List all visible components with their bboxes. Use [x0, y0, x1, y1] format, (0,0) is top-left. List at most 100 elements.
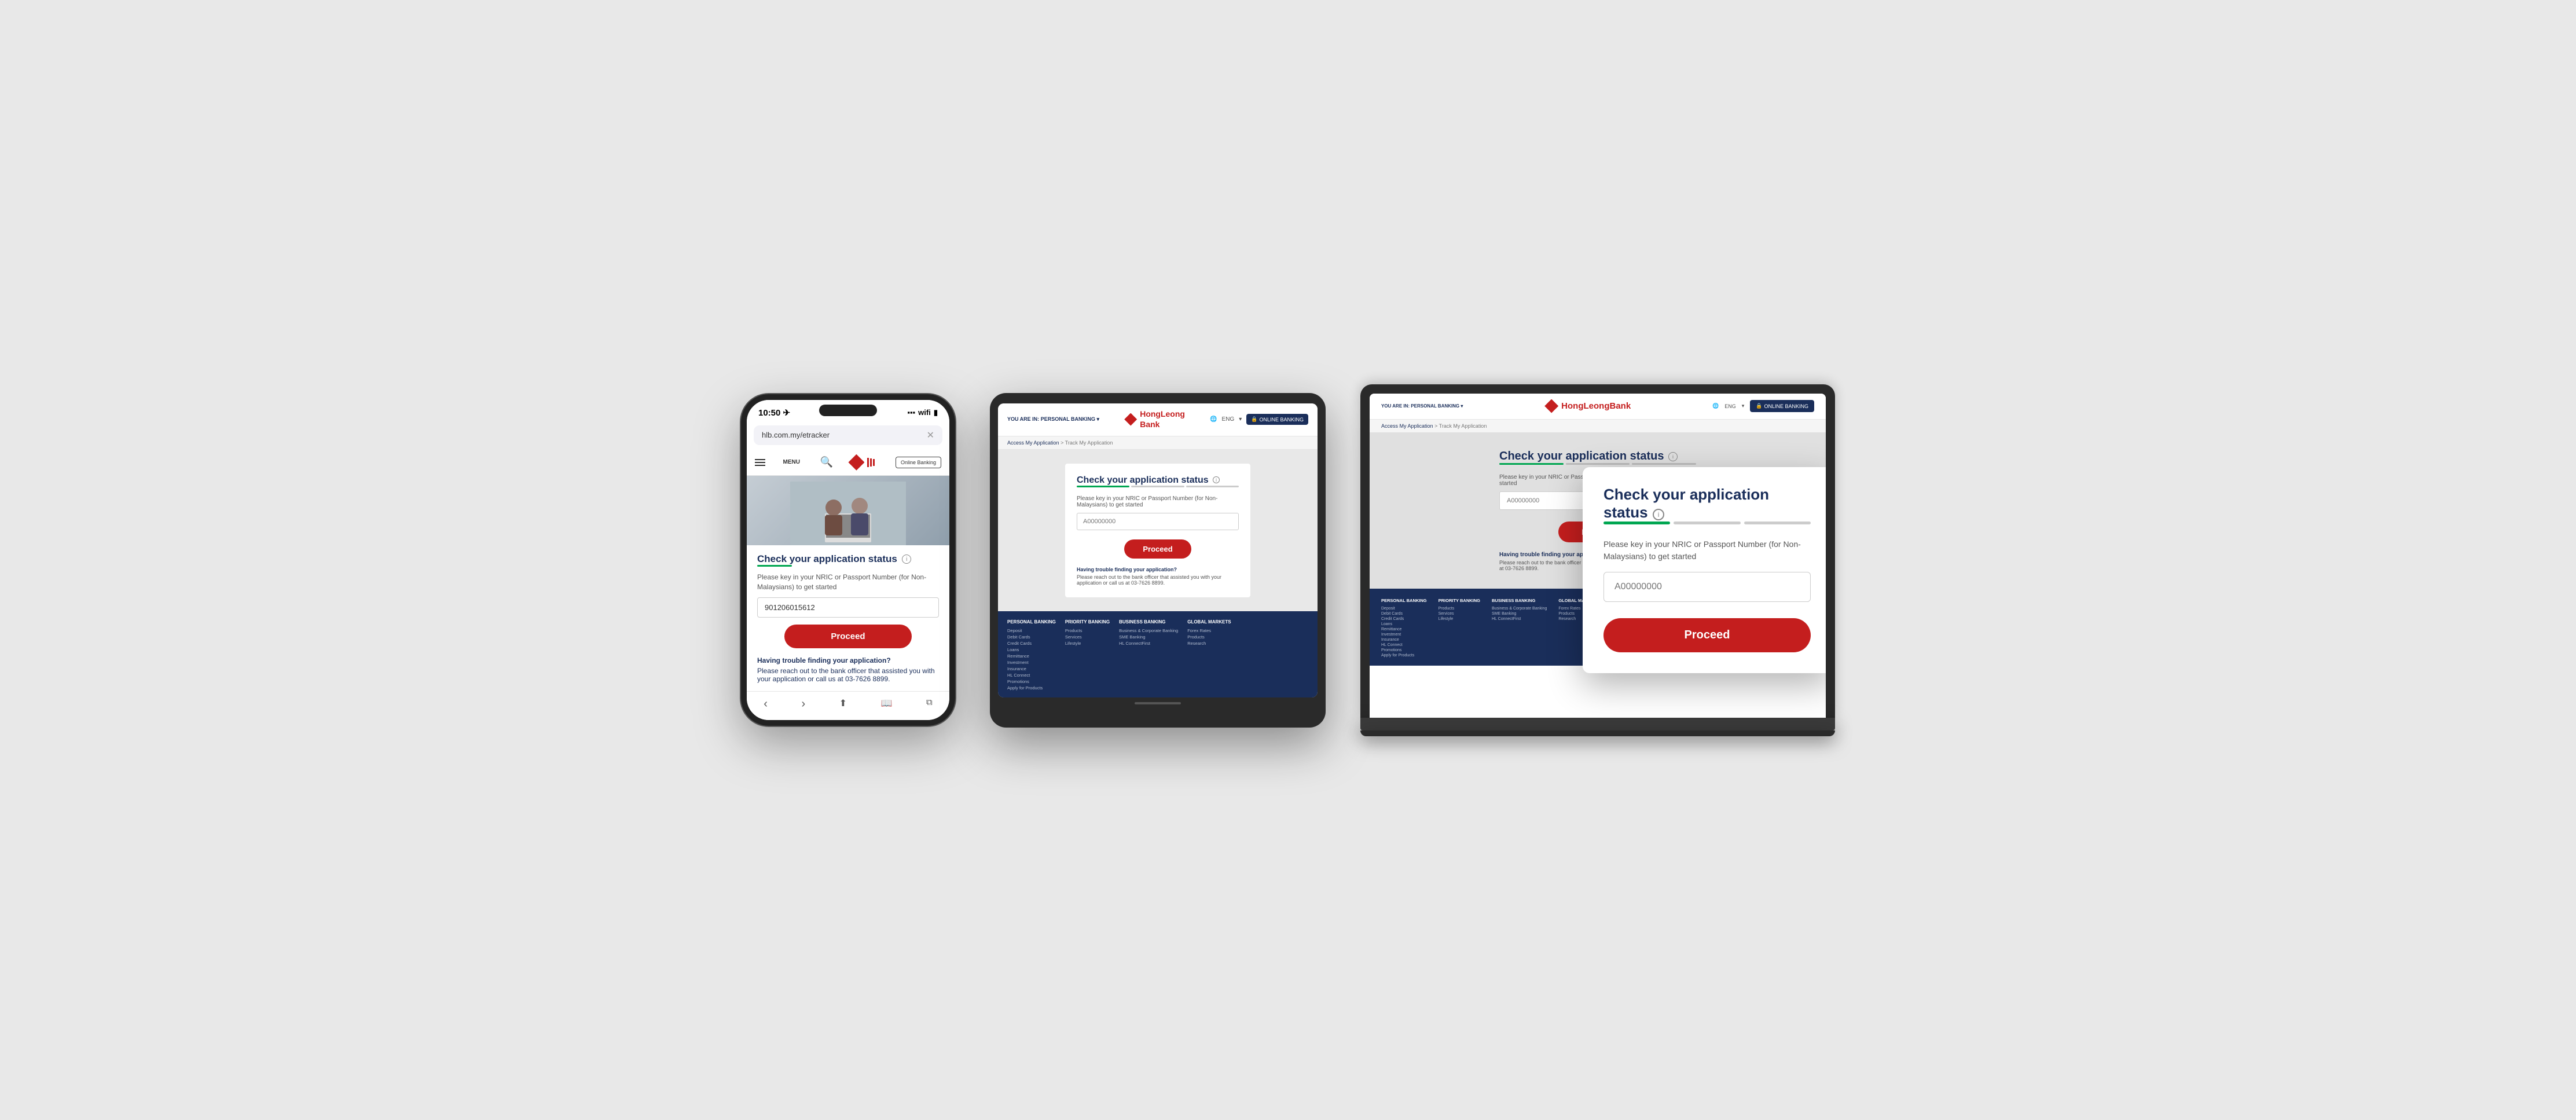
- chevron-down-icon: ▾: [1097, 416, 1100, 422]
- laptop-hlb-logo: HongLeongBank: [1544, 399, 1631, 413]
- hlb-diamond-icon: [1544, 399, 1558, 413]
- laptop-footer-link-deposit[interactable]: Deposit: [1381, 607, 1427, 611]
- chevron-down-icon: ▾: [1461, 403, 1463, 409]
- laptop-footer-link-products[interactable]: Products: [1439, 607, 1480, 611]
- tablet-footer-link-products[interactable]: Products: [1065, 628, 1110, 633]
- laptop-footer-link-debit[interactable]: Debit Cards: [1381, 612, 1427, 616]
- tablet-page-title: Check your application status: [1077, 475, 1209, 485]
- laptop-footer-link-promotions[interactable]: Promotions: [1381, 648, 1427, 652]
- modal-description: Please key in your NRIC or Passport Numb…: [1603, 538, 1811, 563]
- tablet-footer-link-forex[interactable]: Forex Rates: [1187, 628, 1231, 633]
- laptop-footer-link-investment[interactable]: Investment: [1381, 633, 1427, 637]
- breadcrumb-link[interactable]: Access My Application: [1007, 440, 1059, 446]
- modal-info-icon[interactable]: i: [1653, 509, 1664, 520]
- phone-nric-input[interactable]: [757, 597, 939, 618]
- hlb-logo-lines: [867, 458, 875, 467]
- modal-proceed-button[interactable]: Proceed: [1603, 618, 1811, 652]
- laptop-footer-priority-banking: PRIORITY BANKING Products Services Lifes…: [1439, 598, 1480, 659]
- tablet-form-label: Please key in your NRIC or Passport Numb…: [1077, 495, 1239, 508]
- tablet-footer-link-investment[interactable]: Investment: [1007, 660, 1056, 665]
- phone-frame: 10:50 ✈ ▪▪▪ wifi ▮ hlb.com.my/etracker ✕…: [741, 394, 955, 726]
- modal-progress-step-1: [1603, 522, 1670, 524]
- laptop-footer-link-apply[interactable]: Apply for Products: [1381, 653, 1427, 658]
- tablet-footer-link-gm-products[interactable]: Products: [1187, 634, 1231, 640]
- laptop-footer-link-insurance[interactable]: Insurance: [1381, 638, 1427, 642]
- modal-page-title: Check your application status: [1603, 486, 1769, 521]
- laptop-footer-link-lifestyle[interactable]: Lifestyle: [1439, 617, 1480, 621]
- tablet-footer-link-research[interactable]: Research: [1187, 641, 1231, 646]
- phone-info-icon[interactable]: i: [902, 555, 911, 564]
- laptop-footer-heading-priority: PRIORITY BANKING: [1439, 598, 1480, 603]
- tablet-footer-link-lifestyle[interactable]: Lifestyle: [1065, 641, 1110, 646]
- laptop-footer-link-hlconnect[interactable]: HL Connect: [1381, 643, 1427, 647]
- phone-nav-bar: MENU 🔍 Online Banking: [747, 450, 949, 476]
- bookmarks-icon[interactable]: 📖: [881, 697, 893, 711]
- laptop-screen: YOU ARE IN: PERSONAL BANKING ▾ HongLeong…: [1370, 394, 1826, 718]
- tablet-footer-link-deposit[interactable]: Deposit: [1007, 628, 1056, 633]
- tablet-footer-link-sme[interactable]: SME Banking: [1119, 634, 1178, 640]
- laptop-footer-link-services[interactable]: Services: [1439, 612, 1480, 616]
- tablet-footer-link-debit[interactable]: Debit Cards: [1007, 634, 1056, 640]
- tablet-screen: YOU ARE IN: PERSONAL BANKING ▾ HongLeong…: [998, 403, 1318, 697]
- laptop-footer-link-loans[interactable]: Loans: [1381, 622, 1427, 626]
- tablet-footer-link-loans[interactable]: Loans: [1007, 647, 1056, 652]
- laptop-info-icon[interactable]: i: [1668, 452, 1678, 461]
- lock-icon: 🔒: [1756, 403, 1762, 409]
- tablet-footer-link-business-corp[interactable]: Business & Corporate Banking: [1119, 628, 1178, 633]
- tabs-icon[interactable]: ⧉: [926, 697, 933, 711]
- laptop-online-banking-btn[interactable]: 🔒 ONLINE BANKING: [1750, 400, 1814, 412]
- tablet-site-header: YOU ARE IN: PERSONAL BANKING ▾ HongLeong…: [998, 403, 1318, 436]
- hamburger-icon[interactable]: [755, 459, 765, 466]
- laptop-lid: YOU ARE IN: PERSONAL BANKING ▾ HongLeong…: [1360, 384, 1835, 718]
- phone-device: 10:50 ✈ ▪▪▪ wifi ▮ hlb.com.my/etracker ✕…: [741, 394, 955, 726]
- laptop-progress-bar: [1499, 463, 1696, 465]
- tablet-footer-business-banking: BUSINESS BANKING Business & Corporate Ba…: [1119, 619, 1178, 692]
- globe-icon: 🌐: [1210, 416, 1217, 423]
- tablet-nric-input[interactable]: [1077, 513, 1239, 530]
- tablet-footer-link-remittance[interactable]: Remittance: [1007, 653, 1056, 659]
- share-icon[interactable]: ⬆: [839, 697, 847, 711]
- tablet-footer-link-hlconnectfirst[interactable]: HL ConnectFirst: [1119, 641, 1178, 646]
- phone-online-banking-btn[interactable]: Online Banking: [896, 457, 941, 468]
- breadcrumb-link[interactable]: Access My Application: [1381, 423, 1433, 429]
- phone-hero-image: [747, 476, 949, 545]
- tablet-footer-heading-business: BUSINESS BANKING: [1119, 619, 1178, 625]
- tablet-footer-global-markets: GLOBAL MARKETS Forex Rates Products Rese…: [1187, 619, 1231, 692]
- tablet-footer-link-services[interactable]: Services: [1065, 634, 1110, 640]
- laptop-footer-link-hlconnectfirst[interactable]: HL ConnectFirst: [1492, 617, 1547, 621]
- laptop-you-are: YOU ARE IN: PERSONAL BANKING ▾: [1381, 403, 1463, 409]
- tablet-info-icon[interactable]: i: [1213, 476, 1220, 483]
- phone-proceed-button[interactable]: Proceed: [784, 625, 912, 648]
- phone-progress-bar: [757, 565, 792, 567]
- tablet-footer-link-hlconnect[interactable]: HL Connect: [1007, 673, 1056, 678]
- tablet-footer-heading-priority: PRIORITY BANKING: [1065, 619, 1110, 625]
- tablet-hlb-logo: HongLeongBank: [1124, 409, 1185, 430]
- phone-page-title-row: Check your application status i: [757, 553, 939, 565]
- tablet-online-banking-btn[interactable]: 🔒 ONLINE BANKING: [1246, 414, 1308, 425]
- laptop-footer-link-business-corp[interactable]: Business & Corporate Banking: [1492, 607, 1547, 611]
- close-icon[interactable]: ✕: [927, 429, 934, 441]
- search-icon[interactable]: 🔍: [820, 456, 832, 468]
- tablet-footer-link-insurance[interactable]: Insurance: [1007, 666, 1056, 671]
- laptop-device: YOU ARE IN: PERSONAL BANKING ▾ HongLeong…: [1360, 384, 1835, 736]
- language-selector[interactable]: ENG: [1222, 416, 1235, 423]
- laptop-footer-link-credit[interactable]: Credit Cards: [1381, 617, 1427, 621]
- forward-icon[interactable]: ›: [801, 697, 805, 711]
- modal-nric-input[interactable]: [1603, 572, 1811, 602]
- laptop-footer-personal-banking: PERSONAL BANKING Deposit Debit Cards Cre…: [1381, 598, 1427, 659]
- lock-icon: 🔒: [1251, 416, 1257, 423]
- back-icon[interactable]: ‹: [764, 697, 768, 711]
- tablet-header-right: 🌐 ENG ▾ 🔒 ONLINE BANKING: [1210, 414, 1308, 425]
- tablet-trouble-text: Please reach out to the bank officer tha…: [1077, 574, 1221, 586]
- phone-url-bar[interactable]: hlb.com.my/etracker ✕: [754, 425, 942, 445]
- language-selector[interactable]: ENG: [1724, 403, 1736, 409]
- tablet-footer-link-credit[interactable]: Credit Cards: [1007, 641, 1056, 646]
- tablet-footer-link-promotions[interactable]: Promotions: [1007, 679, 1056, 684]
- tablet-footer-link-apply[interactable]: Apply for Products: [1007, 685, 1056, 691]
- laptop-footer-link-sme[interactable]: SME Banking: [1492, 612, 1547, 616]
- tablet-proceed-button[interactable]: Proceed: [1124, 539, 1191, 559]
- tablet-footer-personal-banking: PERSONAL BANKING Deposit Debit Cards Cre…: [1007, 619, 1056, 692]
- laptop-footer-link-remittance[interactable]: Remittance: [1381, 627, 1427, 631]
- laptop-footer-heading-personal: PERSONAL BANKING: [1381, 598, 1427, 603]
- progress-step-1: [1077, 486, 1129, 487]
